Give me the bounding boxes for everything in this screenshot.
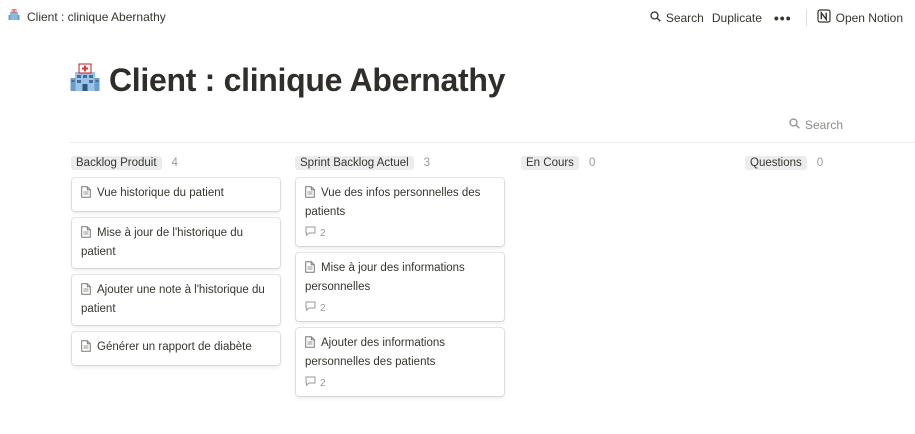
hospital-icon: [8, 9, 20, 24]
column-header: En Cours 0: [521, 156, 731, 170]
card-title: Mise à jour des informations personnelle…: [305, 262, 465, 293]
board-card[interactable]: Ajouter des informations personnelles de…: [296, 328, 504, 396]
column-header: Backlog Produit 4: [71, 156, 281, 170]
page-title: Client : clinique Abernathy: [109, 62, 506, 98]
page-icon: [81, 283, 91, 301]
board-search-button[interactable]: Search: [789, 118, 843, 132]
column-count: 0: [816, 157, 824, 169]
notion-logo-icon: [817, 9, 831, 26]
page-icon: [81, 226, 91, 244]
topbar-separator: [805, 9, 807, 26]
open-notion-button[interactable]: Open Notion: [813, 7, 907, 28]
comment-count: 2: [320, 227, 326, 239]
open-notion-label: Open Notion: [835, 10, 903, 25]
page-header: Client : clinique Abernathy: [70, 62, 505, 99]
board-divider: [70, 142, 915, 143]
board-card[interactable]: Mise à jour de l'historique du patient: [72, 218, 280, 268]
board-card[interactable]: Vue historique du patient: [72, 178, 280, 211]
comment-icon: [305, 225, 316, 242]
topbar-actions: Search Duplicate ••• Open Notion: [646, 7, 907, 28]
breadcrumb-label: Client : clinique Abernathy: [27, 9, 166, 24]
card-title: Générer un rapport de diabète: [97, 341, 252, 353]
card-title: Ajouter des informations personnelles de…: [305, 337, 446, 368]
comment-icon: [305, 300, 316, 317]
card-title: Vue historique du patient: [97, 187, 224, 199]
duplicate-label: Duplicate: [711, 10, 762, 25]
comment-icon: [305, 375, 316, 392]
column-label[interactable]: Questions: [745, 156, 807, 170]
board-card[interactable]: Ajouter une note à l'historique du patie…: [72, 275, 280, 325]
page-icon: [81, 186, 91, 204]
more-options-button[interactable]: •••: [766, 10, 800, 26]
more-icon: •••: [773, 9, 792, 26]
board-card[interactable]: Générer un rapport de diabète: [72, 332, 280, 365]
board-search-label: Search: [805, 118, 844, 132]
board-column-en-cours: En Cours 0: [521, 156, 731, 178]
board-card[interactable]: Mise à jour des informations personnelle…: [296, 253, 504, 321]
page-icon: [81, 340, 91, 358]
card-title: Ajouter une note à l'historique du patie…: [81, 284, 265, 315]
topbar: Client : clinique Abernathy Search Dupli…: [0, 0, 915, 32]
board-card[interactable]: Vue des infos personnelles des patients …: [296, 178, 504, 246]
card-comments: 2: [305, 375, 495, 392]
search-icon: [789, 118, 800, 132]
search-icon: [650, 10, 661, 25]
board-column-backlog-produit: Backlog Produit 4 Vue historique du pati…: [71, 156, 281, 372]
page-icon: [305, 336, 315, 354]
column-label[interactable]: En Cours: [521, 156, 579, 170]
column-label[interactable]: Sprint Backlog Actuel: [295, 156, 414, 170]
search-label: Search: [665, 10, 704, 25]
column-count: 0: [588, 157, 596, 169]
hospital-icon[interactable]: [70, 63, 100, 98]
breadcrumb[interactable]: Client : clinique Abernathy: [8, 9, 166, 24]
column-count: 3: [423, 157, 431, 169]
duplicate-button[interactable]: Duplicate: [708, 9, 766, 27]
column-label[interactable]: Backlog Produit: [71, 156, 162, 170]
comment-count: 2: [320, 302, 326, 314]
column-header: Sprint Backlog Actuel 3: [295, 156, 505, 170]
card-comments: 2: [305, 225, 495, 242]
comment-count: 2: [320, 377, 326, 389]
card-title: Mise à jour de l'historique du patient: [81, 227, 244, 258]
page-icon: [305, 186, 315, 204]
column-header: Questions 0: [745, 156, 905, 170]
board-column-questions: Questions 0: [745, 156, 905, 178]
card-comments: 2: [305, 300, 495, 317]
column-count: 4: [171, 157, 178, 169]
page-icon: [305, 261, 315, 279]
board-column-sprint-backlog: Sprint Backlog Actuel 3 Vue des infos pe…: [295, 156, 505, 403]
card-title: Vue des infos personnelles des patients: [305, 187, 481, 218]
search-button[interactable]: Search: [646, 9, 708, 27]
